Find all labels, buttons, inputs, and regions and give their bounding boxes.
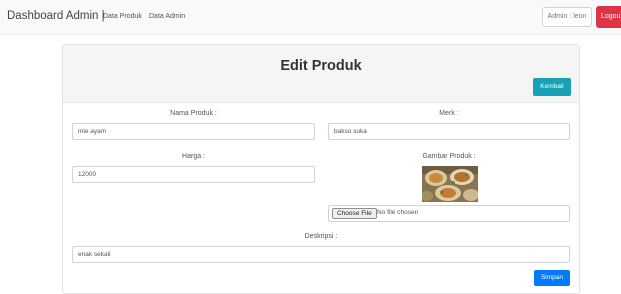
save-button[interactable]: Simpan [534,270,570,286]
product-name-input[interactable]: mie ayam [72,123,315,140]
price-label: Harga : [182,153,205,160]
description-input[interactable]: enak sekali [72,246,570,263]
product-image-label: Gambar Produk : [422,153,476,160]
card-header: Edit Produk Kembali [63,45,579,103]
product-name-label: Nama Produk : [170,110,217,117]
description-label: Deskripsi : [304,233,338,240]
product-image-file-input[interactable]: Choose File No file chosen [328,205,570,222]
nav-link-data-admin[interactable]: Data Admin [149,13,185,20]
brand-input[interactable]: bakso suka [328,123,570,140]
navbar-brand[interactable]: Dashboard Admin | [7,10,105,22]
admin-user-badge[interactable]: Admin : leon [542,7,592,27]
price-input[interactable]: 12000 [72,166,315,183]
brand-label: Merk : [439,110,459,117]
nav-link-data-produk[interactable]: Data Produk [103,13,142,20]
file-status-text: No file chosen [377,209,419,216]
page-title: Edit Produk [280,58,362,74]
navbar: Dashboard Admin | Data Produk Data Admin… [0,0,621,35]
product-image [422,166,478,202]
choose-file-button[interactable]: Choose File [332,208,377,219]
back-button[interactable]: Kembali [533,78,571,96]
logout-button[interactable]: Logout [596,6,621,28]
